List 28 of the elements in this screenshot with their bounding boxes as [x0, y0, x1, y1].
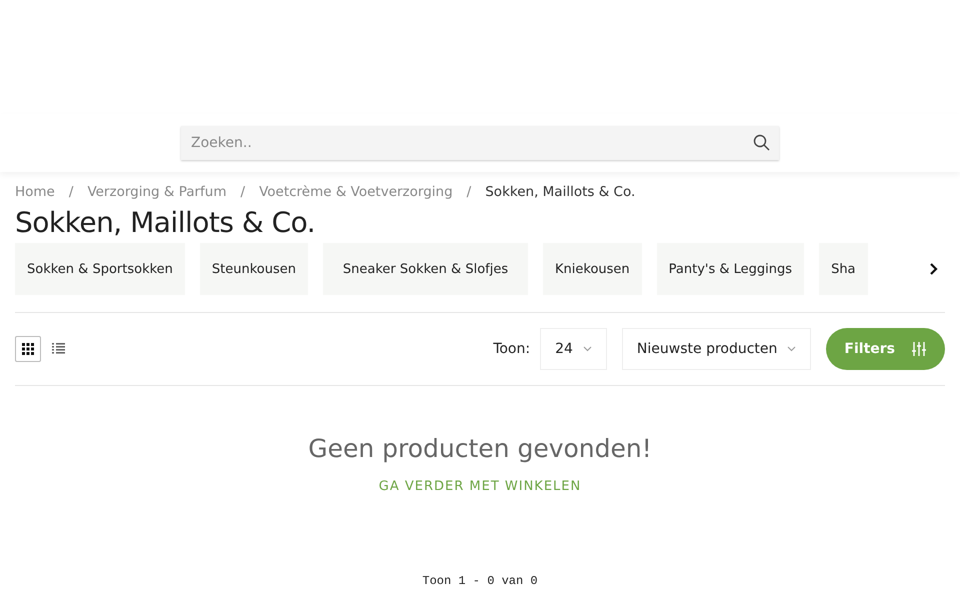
sliders-icon — [911, 342, 927, 356]
breadcrumb-link[interactable]: Verzorging & Parfum — [87, 184, 227, 200]
category-chip[interactable]: Steunkousen — [200, 243, 308, 295]
category-chip[interactable]: Panty's & Leggings — [656, 243, 804, 295]
chevron-down-icon — [582, 346, 592, 352]
breadcrumb-separator: / — [68, 184, 74, 200]
chevron-down-icon — [787, 346, 796, 352]
category-chip[interactable]: Sneaker Sokken & Slofjes — [323, 243, 528, 295]
breadcrumb-separator: / — [466, 184, 472, 200]
sort-select[interactable]: Nieuwste producten — [622, 328, 812, 370]
chevron-right-icon — [929, 262, 939, 276]
empty-message: Geen producten gevonden! — [308, 434, 652, 463]
search-icon — [753, 134, 770, 151]
grid-view-button[interactable] — [15, 336, 41, 362]
category-chip[interactable]: Kniekousen — [543, 243, 642, 295]
category-chip[interactable]: Sha — [819, 243, 868, 295]
search-field[interactable]: Zoeken.. — [181, 126, 779, 160]
grid-icon — [22, 343, 34, 355]
breadcrumb-separator: / — [240, 184, 246, 200]
list-icon — [52, 343, 64, 355]
breadcrumb-link[interactable]: Home — [15, 184, 55, 200]
breadcrumb-current: Sokken, Maillots & Co. — [485, 184, 636, 200]
breadcrumb-link[interactable]: Voetcrème & Voetverzorging — [259, 184, 453, 200]
page-title: Sokken, Maillots & Co. — [15, 206, 316, 239]
category-chip[interactable]: Sokken & Sportsokken — [15, 243, 185, 295]
show-label: Toon: — [493, 341, 530, 357]
per-page-select[interactable]: 24 — [540, 328, 607, 370]
pagination-summary: Toon 1 - 0 van 0 — [422, 574, 538, 588]
